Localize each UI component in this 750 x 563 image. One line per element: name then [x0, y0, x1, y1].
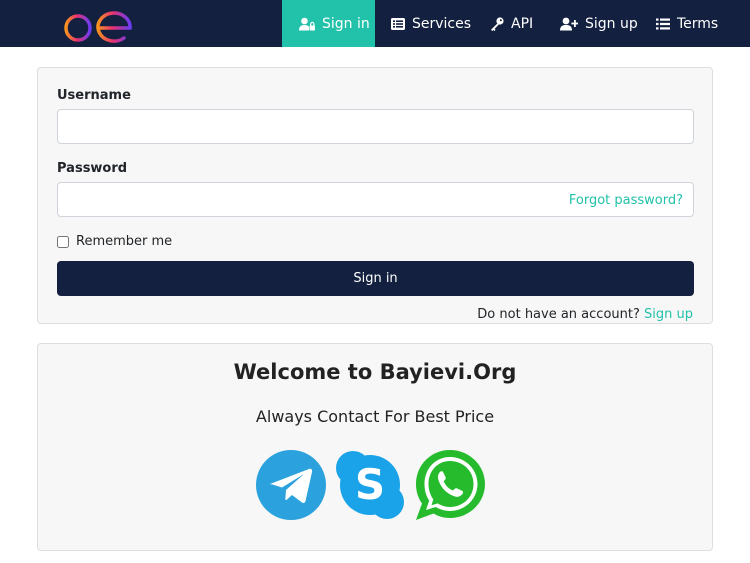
nav-api-label: API: [511, 15, 534, 32]
welcome-subtitle: Always Contact For Best Price: [255, 407, 495, 426]
forgot-password-link[interactable]: Forgot password?: [569, 193, 683, 208]
nav-signup-label: Sign up: [585, 15, 638, 32]
no-account-text: Do not have an account?: [477, 307, 640, 322]
no-account-prompt: Do not have an account? Sign up: [477, 307, 693, 322]
nav-services[interactable]: Services: [391, 0, 471, 47]
remember-me-checkbox[interactable]: [57, 235, 69, 248]
skype-icon[interactable]: S: [333, 448, 407, 522]
username-input[interactable]: [57, 109, 694, 144]
remember-me-label: Remember me: [76, 234, 173, 249]
nav-terms[interactable]: Terms: [656, 0, 718, 47]
username-label: Username: [57, 88, 131, 103]
welcome-title: Welcome to Bayievi.Org: [233, 360, 517, 384]
nav-api[interactable]: API: [490, 0, 533, 47]
nav-signin[interactable]: Sign in: [282, 0, 375, 47]
whatsapp-icon[interactable]: [413, 448, 487, 522]
list-icon: [656, 18, 670, 29]
top-navbar: Sign in Services API Sign up Terms: [0, 0, 750, 47]
nav-terms-label: Terms: [677, 15, 719, 32]
nav-signup[interactable]: Sign up: [560, 0, 638, 47]
list-box-icon: [391, 17, 405, 30]
svg-text:S: S: [355, 460, 385, 509]
telegram-icon[interactable]: [254, 448, 328, 522]
remember-me[interactable]: Remember me: [57, 234, 172, 249]
welcome-card: Welcome to Bayievi.Org Always Contact Fo…: [37, 343, 713, 551]
logo[interactable]: [58, 0, 136, 47]
user-plus-icon: [560, 17, 578, 30]
signup-link[interactable]: Sign up: [644, 307, 693, 322]
signin-button[interactable]: Sign in: [57, 261, 694, 296]
nav-services-label: Services: [412, 15, 472, 32]
nav-signin-label: Sign in: [322, 15, 370, 32]
password-label: Password: [57, 161, 128, 176]
login-card: Username Password Forgot password? Remem…: [37, 67, 713, 324]
user-lock-icon: [299, 17, 315, 30]
key-icon: [491, 16, 504, 31]
